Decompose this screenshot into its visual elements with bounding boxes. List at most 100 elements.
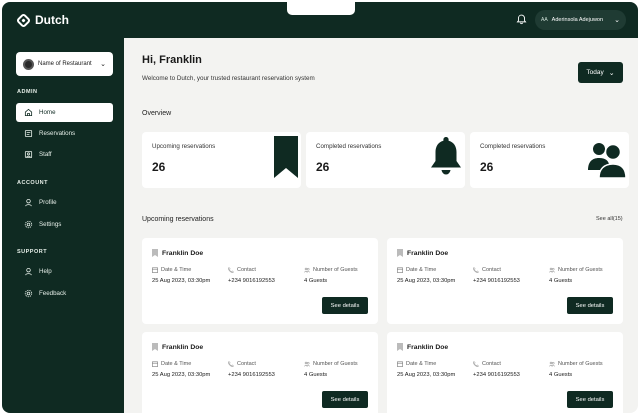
contact-value: +234 9016192553 — [228, 372, 275, 378]
nav-section-admin: ADMIN — [17, 89, 38, 95]
guest-name: Franklin Doe — [407, 343, 449, 351]
guests-icon — [549, 267, 555, 273]
brand[interactable]: Dutch — [15, 12, 69, 28]
contact-value: +234 9016192553 — [228, 278, 275, 284]
help-icon — [25, 267, 32, 276]
bookmark-icon — [397, 343, 403, 351]
nav-section-support: SUPPORT — [17, 249, 48, 255]
sidebar-item-home[interactable]: Home — [16, 103, 113, 122]
calendar-icon — [152, 267, 158, 273]
guests-icon — [588, 143, 626, 178]
chevron-down-icon: ⌄ — [608, 69, 615, 77]
notification-bell-icon[interactable] — [516, 14, 527, 25]
bookmark-icon — [274, 136, 298, 178]
reservation-card: Franklin Doe Date & Time 25 Aug 2023, 03… — [142, 332, 378, 413]
sidebar-item-label: Help — [39, 268, 52, 275]
sidebar-item-label: Home — [39, 109, 56, 116]
contact-label: Contact — [237, 361, 256, 367]
guests-value: 4 Guests — [549, 278, 573, 284]
date-label: Date & Time — [406, 361, 437, 367]
guests-icon — [304, 361, 310, 367]
period-dropdown-button[interactable]: Today ⌄ — [578, 62, 623, 83]
contact-value: +234 9016192553 — [473, 372, 520, 378]
see-details-button[interactable]: See details — [322, 297, 368, 314]
date-value: 25 Aug 2023, 03:30pm — [397, 278, 456, 284]
welcome-text: Welcome to Dutch, your trusted restauran… — [142, 75, 315, 82]
guest-name: Franklin Doe — [407, 249, 449, 257]
see-details-button[interactable]: See details — [322, 391, 368, 408]
phone-icon — [473, 267, 479, 273]
sidebar-item-profile[interactable]: Profile — [16, 193, 113, 212]
see-all-link[interactable]: See all(15) — [596, 216, 623, 222]
calendar-icon — [397, 267, 403, 273]
stat-label: Upcoming reservations — [152, 143, 216, 150]
calendar-icon — [397, 361, 403, 367]
main-content: Hi, Franklin Welcome to Dutch, your trus… — [124, 38, 638, 413]
gear-icon — [24, 220, 33, 229]
nav-section-account: ACCOUNT — [17, 180, 48, 186]
stat-label: Completed reservations — [316, 143, 382, 150]
chevron-down-icon: ⌄ — [100, 61, 106, 68]
stat-value: 26 — [152, 160, 166, 174]
period-label: Today — [586, 69, 604, 76]
sidebar-item-feedback[interactable]: Feedback — [16, 284, 113, 303]
guests-label: Number of Guests — [558, 361, 603, 367]
contact-label: Contact — [482, 267, 501, 273]
date-value: 25 Aug 2023, 03:30pm — [152, 278, 211, 284]
user-menu[interactable]: AA Aderinsola Adejuwon ⌄ — [535, 10, 626, 30]
guests-icon — [549, 361, 555, 367]
sidebar-item-reservations[interactable]: Reservations — [16, 124, 113, 143]
sidebar-item-label: Staff — [39, 151, 52, 158]
page-title: Hi, Franklin — [142, 54, 202, 66]
sidebar-item-help[interactable]: Help — [16, 262, 113, 281]
restaurant-avatar — [23, 58, 34, 70]
chevron-down-icon: ⌄ — [614, 17, 620, 24]
staff-icon — [24, 150, 33, 159]
sidebar-item-label: Feedback — [39, 290, 67, 297]
bookmark-icon — [152, 343, 158, 351]
home-icon — [24, 108, 33, 117]
date-value: 25 Aug 2023, 03:30pm — [152, 372, 211, 378]
reservation-card: Franklin Doe Date & Time 25 Aug 2023, 03… — [142, 238, 378, 324]
feedback-icon — [24, 289, 33, 298]
contact-label: Contact — [482, 361, 501, 367]
see-details-button[interactable]: See details — [567, 391, 613, 408]
bell-icon — [431, 137, 461, 175]
sidebar-item-label: Reservations — [39, 130, 76, 137]
restaurant-select[interactable]: Name of Restaurant ⌄ — [16, 52, 113, 76]
see-details-button[interactable]: See details — [567, 297, 613, 314]
brand-name: Dutch — [35, 13, 69, 27]
phone-icon — [228, 361, 234, 367]
stat-value: 26 — [480, 160, 494, 174]
date-value: 25 Aug 2023, 03:30pm — [397, 372, 456, 378]
guest-name: Franklin Doe — [162, 249, 204, 257]
guests-value: 4 Guests — [549, 372, 573, 378]
phone-icon — [228, 267, 234, 273]
stat-card-completed-guests[interactable]: Completed reservations 26 — [470, 132, 629, 188]
avatar: AA — [541, 17, 548, 23]
sidebar-item-settings[interactable]: Settings — [16, 215, 113, 234]
sidebar: Name of Restaurant ⌄ ADMIN Home Reservat… — [2, 38, 124, 413]
reservation-card: Franklin Doe Date & Time 25 Aug 2023, 03… — [387, 238, 623, 324]
upcoming-reservations-title: Upcoming reservations — [142, 216, 214, 223]
phone-icon — [473, 361, 479, 367]
stat-value: 26 — [316, 160, 330, 174]
reservation-card: Franklin Doe Date & Time 25 Aug 2023, 03… — [387, 332, 623, 413]
guests-icon — [304, 267, 310, 273]
bookmark-icon — [152, 249, 158, 257]
guests-value: 4 Guests — [304, 278, 328, 284]
app-window: Dutch AA Aderinsola Adejuwon ⌄ Name of R… — [2, 2, 638, 413]
overview-title: Overview — [142, 110, 172, 117]
stat-card-upcoming[interactable]: Upcoming reservations 26 — [142, 132, 301, 188]
date-label: Date & Time — [406, 267, 437, 273]
profile-icon — [25, 198, 32, 207]
contact-label: Contact — [237, 267, 256, 273]
bookmark-icon — [397, 249, 403, 257]
date-label: Date & Time — [161, 267, 192, 273]
guests-label: Number of Guests — [313, 267, 358, 273]
stat-card-completed[interactable]: Completed reservations 26 — [306, 132, 465, 188]
sidebar-item-staff[interactable]: Staff — [16, 145, 113, 164]
user-name: Aderinsola Adejuwon — [551, 17, 604, 23]
guests-value: 4 Guests — [304, 372, 328, 378]
sidebar-item-label: Settings — [39, 221, 62, 228]
